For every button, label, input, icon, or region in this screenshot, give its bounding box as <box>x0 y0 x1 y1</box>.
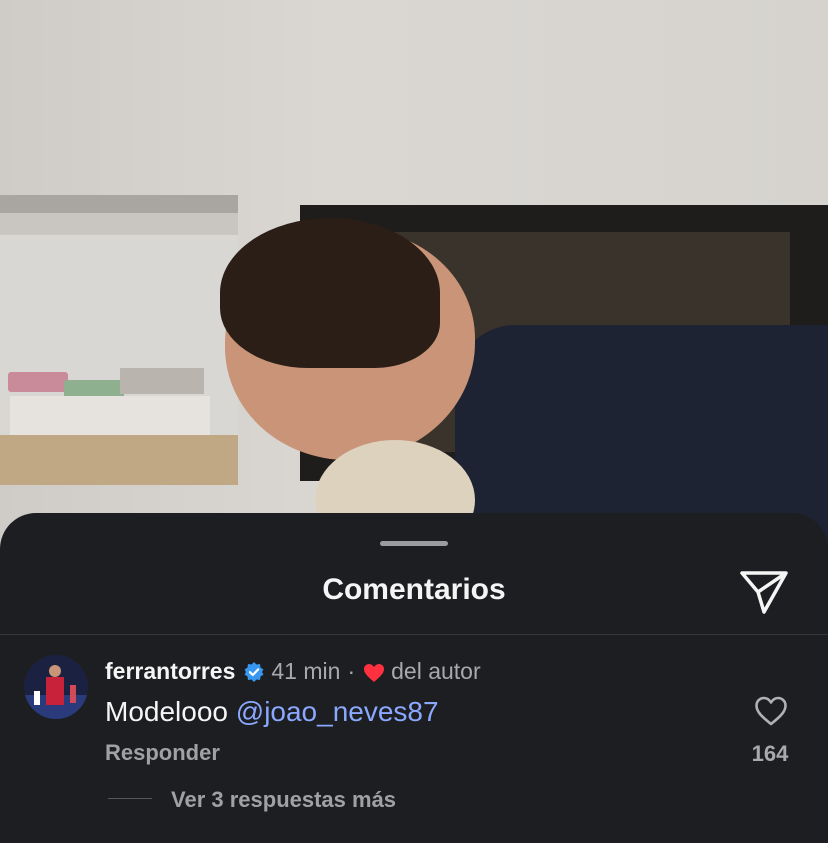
photo-egg-carton-pink <box>8 372 68 392</box>
avatar[interactable] <box>24 655 88 719</box>
comment-username[interactable]: ferrantorres <box>105 658 235 685</box>
comments-sheet: Comentarios ferrantorres 41 min · del au… <box>0 513 828 843</box>
comment-mention[interactable]: @joao_neves87 <box>236 696 439 727</box>
sheet-title: Comentarios <box>322 573 506 606</box>
comment-text: Modelooo @joao_neves87 <box>105 696 439 728</box>
comment-time: 41 min <box>271 658 341 684</box>
replies-divider-line <box>108 798 152 799</box>
verified-badge-icon <box>243 661 265 683</box>
photo-shelf-board <box>0 435 238 485</box>
photo-person-hair <box>220 218 440 368</box>
send-icon[interactable] <box>738 568 790 616</box>
author-like-label: del autor <box>391 658 481 684</box>
meta-separator: · <box>347 658 356 684</box>
sheet-drag-handle[interactable] <box>380 541 448 546</box>
post-photo <box>0 0 828 560</box>
view-replies-button[interactable]: Ver 3 respuestas más <box>171 787 396 813</box>
heart-outline-icon[interactable] <box>754 695 788 727</box>
photo-box-stack <box>120 368 204 394</box>
photo-papers <box>10 396 210 436</box>
heart-filled-icon <box>363 662 385 682</box>
reply-button[interactable]: Responder <box>105 740 220 766</box>
like-count: 164 <box>751 741 789 766</box>
comment-body: Modelooo <box>105 696 236 727</box>
comment-meta: ferrantorres 41 min · del autor <box>105 658 481 685</box>
header-divider <box>0 634 828 635</box>
